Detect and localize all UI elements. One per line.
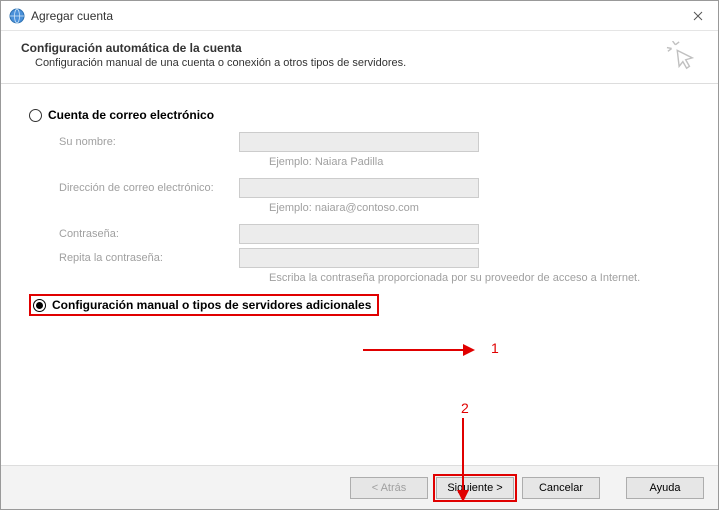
radio-manual-label: Configuración manual o tipos de servidor… — [52, 298, 371, 312]
window-title: Agregar cuenta — [31, 9, 678, 23]
radio-email-indicator — [29, 109, 42, 122]
email-form: Su nombre: Ejemplo: Naiara Padilla Direc… — [59, 132, 690, 284]
hint-password: Escriba la contraseña proporcionada por … — [269, 272, 690, 284]
label-password2: Repita la contraseña: — [59, 252, 239, 264]
header-title: Configuración automática de la cuenta — [21, 41, 698, 55]
app-icon — [9, 8, 25, 24]
annotation-arrow-1 — [363, 340, 493, 360]
close-button[interactable] — [678, 1, 718, 31]
row-email: Dirección de correo electrónico: — [59, 178, 690, 198]
row-name: Su nombre: — [59, 132, 690, 152]
hint-email: Ejemplo: naiara@contoso.com — [269, 202, 690, 214]
row-password2: Repita la contraseña: — [59, 248, 690, 268]
radio-email-label: Cuenta de correo electrónico — [48, 108, 214, 122]
header-section: Configuración automática de la cuenta Co… — [1, 31, 718, 84]
input-password — [239, 224, 479, 244]
input-password2 — [239, 248, 479, 268]
row-password: Contraseña: — [59, 224, 690, 244]
radio-manual-config[interactable]: Configuración manual o tipos de servidor… — [29, 294, 379, 316]
back-button: < Atrás — [350, 477, 428, 499]
annotation-label-1: 1 — [491, 340, 499, 356]
label-email: Dirección de correo electrónico: — [59, 182, 239, 194]
label-password: Contraseña: — [59, 228, 239, 240]
radio-email-account[interactable]: Cuenta de correo electrónico — [29, 108, 690, 122]
header-subtitle: Configuración manual de una cuenta o con… — [21, 57, 698, 69]
footer-bar: < Atrás Siguiente > Cancelar Ayuda — [1, 465, 718, 509]
hint-name: Ejemplo: Naiara Padilla — [269, 156, 690, 168]
radio-manual-indicator — [33, 299, 46, 312]
next-button[interactable]: Siguiente > — [436, 477, 514, 499]
input-name — [239, 132, 479, 152]
cancel-button[interactable]: Cancelar — [522, 477, 600, 499]
annotation-label-2: 2 — [461, 400, 469, 416]
dialog-window: Agregar cuenta Configuración automática … — [0, 0, 719, 510]
input-email — [239, 178, 479, 198]
body-section: Cuenta de correo electrónico Su nombre: … — [1, 84, 718, 465]
label-name: Su nombre: — [59, 136, 239, 148]
titlebar: Agregar cuenta — [1, 1, 718, 31]
help-button[interactable]: Ayuda — [626, 477, 704, 499]
wizard-cursor-icon — [666, 41, 696, 71]
